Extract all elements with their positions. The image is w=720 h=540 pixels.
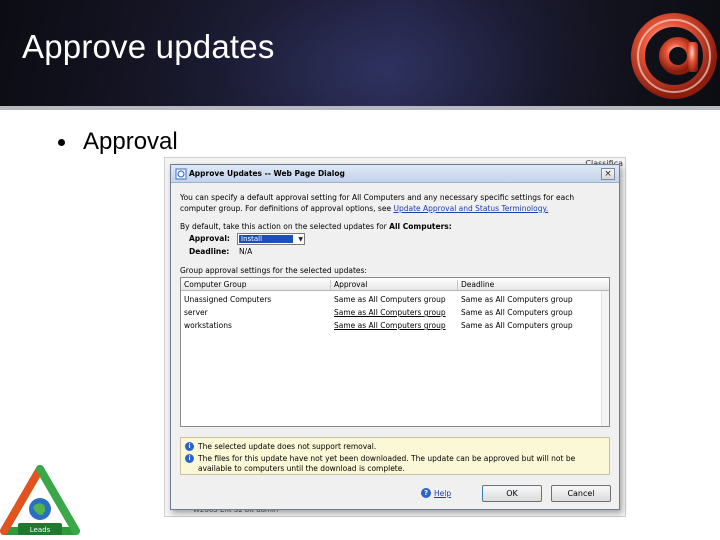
dialog-titlebar[interactable]: Approve Updates -- Web Page Dialog × bbox=[171, 165, 619, 183]
bullet-dot bbox=[58, 138, 65, 146]
badge-text: Leads bbox=[30, 526, 51, 534]
slide-header: Approve updates bbox=[0, 0, 720, 110]
bullet-item: Approval bbox=[58, 128, 178, 156]
row-group: Unassigned Computers bbox=[184, 295, 272, 304]
approve-updates-dialog: Approve Updates -- Web Page Dialog × You… bbox=[170, 164, 620, 510]
dialog-title: Approve Updates -- Web Page Dialog bbox=[189, 169, 345, 178]
leads-badge-logo-icon: Leads bbox=[0, 465, 80, 535]
deadline-label: Deadline: bbox=[189, 247, 230, 256]
header-rule bbox=[0, 106, 720, 110]
help-control[interactable]: ? Help bbox=[421, 488, 451, 498]
ok-button[interactable]: OK bbox=[482, 485, 542, 502]
table-row[interactable]: workstations Same as All Computers group… bbox=[181, 320, 609, 332]
column-header-deadline[interactable]: Deadline bbox=[458, 280, 609, 290]
info-icon: i bbox=[185, 454, 194, 463]
default-action-text: By default, take this action on the sele… bbox=[180, 222, 452, 231]
info-panel: i The selected update does not support r… bbox=[180, 437, 610, 475]
info-message-text: The files for this update have not yet b… bbox=[198, 454, 576, 473]
approval-selected-value: Install bbox=[239, 235, 293, 243]
approval-label: Approval: bbox=[189, 234, 230, 243]
row-group: server bbox=[184, 308, 208, 317]
info-icon: i bbox=[185, 442, 194, 451]
help-icon[interactable]: ? bbox=[421, 488, 431, 498]
default-action-target: All Computers: bbox=[389, 222, 452, 231]
table-row[interactable]: server Same as All Computers group Same … bbox=[181, 307, 609, 319]
row-approval[interactable]: Same as All Computers group bbox=[331, 308, 446, 317]
intro-text: You can specify a default approval setti… bbox=[180, 192, 610, 214]
column-header-approval[interactable]: Approval bbox=[331, 280, 458, 290]
grid-header: Computer Group Approval Deadline bbox=[181, 278, 609, 291]
column-header-computer-group[interactable]: Computer Group bbox=[181, 280, 331, 290]
group-settings-label: Group approval settings for the selected… bbox=[180, 266, 367, 275]
approval-terminology-link[interactable]: Update Approval and Status Terminology. bbox=[393, 204, 548, 213]
default-action-prefix: By default, take this action on the sele… bbox=[180, 222, 387, 231]
bullet-text: Approval bbox=[83, 128, 178, 155]
row-deadline[interactable]: Same as All Computers group bbox=[458, 321, 573, 330]
row-approval[interactable]: Same as All Computers group bbox=[331, 295, 446, 304]
group-approval-grid: Computer Group Approval Deadline Unassig… bbox=[180, 277, 610, 427]
row-deadline[interactable]: Same as All Computers group bbox=[458, 295, 573, 304]
chevron-down-icon[interactable]: ▼ bbox=[298, 236, 303, 243]
info-message: i The selected update does not support r… bbox=[185, 442, 608, 452]
table-row[interactable]: Unassigned Computers Same as All Compute… bbox=[181, 294, 609, 306]
slide-title: Approve updates bbox=[22, 28, 275, 65]
info-message: i The files for this update have not yet… bbox=[185, 454, 608, 474]
help-link[interactable]: Help bbox=[434, 489, 451, 498]
close-button[interactable]: × bbox=[601, 168, 615, 180]
deadline-value: N/A bbox=[239, 247, 253, 256]
info-message-text: The selected update does not support rem… bbox=[198, 442, 377, 451]
grid-scrollbar[interactable] bbox=[601, 291, 609, 426]
row-deadline[interactable]: Same as All Computers group bbox=[458, 308, 573, 317]
approval-dropdown[interactable]: Install ▼ bbox=[237, 233, 305, 245]
at-sign-logo-icon bbox=[631, 13, 717, 99]
row-group: workstations bbox=[184, 321, 232, 330]
ie-page-icon bbox=[175, 168, 187, 180]
cancel-button[interactable]: Cancel bbox=[551, 485, 611, 502]
row-approval[interactable]: Same as All Computers group bbox=[331, 321, 446, 330]
